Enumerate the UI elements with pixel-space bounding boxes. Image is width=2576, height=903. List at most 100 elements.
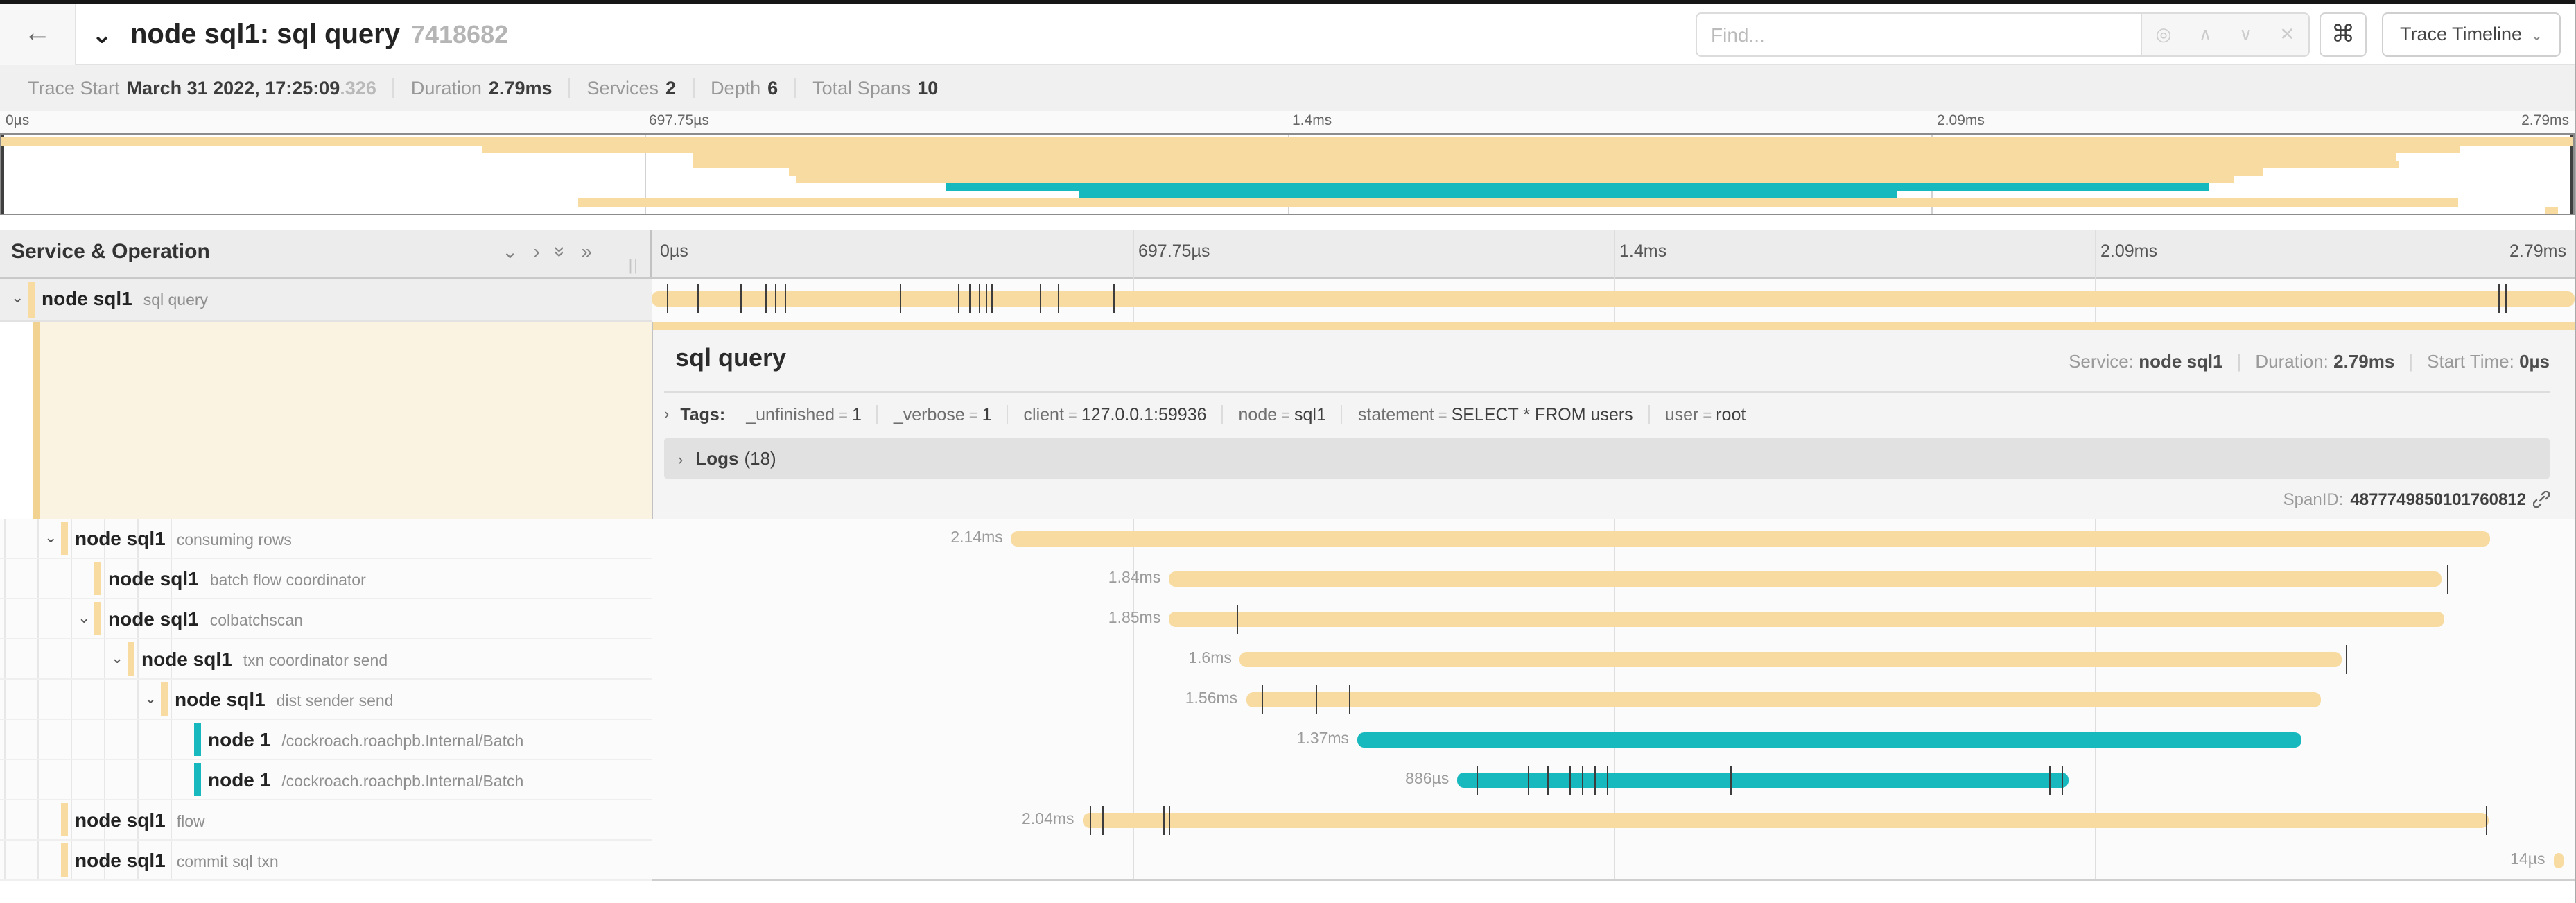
chevron-down-icon[interactable]: ⌄: [11, 289, 24, 307]
chevron-down-icon[interactable]: ⌄: [44, 528, 57, 547]
span-bar[interactable]: [1082, 813, 2488, 828]
minimap-span: [2545, 206, 2558, 214]
service-name: node 1/cockroach.roachpb.Internal/Batch: [208, 768, 523, 791]
prev-match-icon[interactable]: ∧: [2199, 24, 2212, 46]
trace-stat: Depth6: [693, 78, 794, 98]
log-tick: [1315, 685, 1316, 714]
span-bar[interactable]: [1357, 732, 2301, 748]
span-bar-cell[interactable]: 1.56ms: [652, 680, 2575, 720]
root-span-row-host: ⌄node sql1sql query: [0, 279, 2575, 322]
operation-name: batch flow coordinator: [210, 573, 366, 590]
span-bar-cell[interactable]: 1.85ms: [652, 599, 2575, 639]
span-bar-cell[interactable]: 1.37ms: [652, 720, 2575, 760]
shortcuts-button[interactable]: ⌘: [2320, 12, 2367, 57]
tags-row[interactable]: › Tags: _unfinished=1 _verbose=1 client=…: [664, 405, 1761, 424]
log-tick: [1583, 766, 1584, 795]
minimap-right-handle[interactable]: [2570, 135, 2573, 214]
service-color-accent: [194, 763, 201, 796]
match-target-icon[interactable]: ◎: [2156, 24, 2172, 46]
span-tree-item[interactable]: ⌄node sql1dist sender send: [0, 680, 652, 720]
column-resize-grip[interactable]: ||: [629, 258, 639, 275]
log-tick: [784, 284, 785, 313]
chevron-down-icon[interactable]: ⌄: [111, 649, 123, 667]
collapse-all-icon[interactable]: »: [549, 246, 573, 257]
back-button[interactable]: ←: [0, 4, 76, 65]
ruler-tick-label: 0µs: [660, 241, 688, 261]
trace-stat: Total Spans10: [794, 78, 955, 98]
span-id-row: SpanID:4877749850101760812: [2283, 490, 2550, 509]
span-tree-item[interactable]: ⌄node sql1colbatchscan: [0, 599, 652, 639]
trace-stat: Trace StartMarch 31 2022, 17:25:09.326: [11, 78, 393, 98]
span-rows-area: ⌄node sql1sql query sql query Service: n…: [0, 279, 2575, 881]
span-tree-item[interactable]: ⌄node sql1txn coordinator send: [0, 639, 652, 680]
collapse-one-icon[interactable]: ⌄: [502, 240, 518, 264]
minimap-left-handle[interactable]: [1, 135, 4, 214]
span-bar-cell[interactable]: [652, 279, 2575, 322]
span-accent-guide: [33, 322, 40, 519]
log-tick: [1529, 766, 1530, 795]
minimap-tick-label: 2.79ms: [2521, 112, 2569, 129]
service-color-accent: [128, 642, 134, 676]
log-tick: [698, 284, 699, 313]
span-bar[interactable]: [652, 291, 2575, 307]
span-bar-cell[interactable]: 14µs: [652, 841, 2575, 881]
trace-stat: Duration2.79ms: [393, 78, 569, 98]
detail-divider: [664, 391, 2550, 393]
logs-expander[interactable]: ›Logs(18): [664, 438, 2550, 479]
trace-minimap[interactable]: [0, 133, 2575, 215]
expand-all-icon[interactable]: »: [581, 240, 592, 264]
title-collapse-icon[interactable]: ⌄: [92, 10, 112, 60]
minimap-tick-label: 2.09ms: [1937, 112, 1985, 129]
span-bar-cell[interactable]: 886µs: [652, 760, 2575, 800]
tag-item: statement=SELECT * FROM users: [1341, 405, 1648, 424]
clear-find-icon[interactable]: ✕: [2279, 24, 2295, 46]
span-tree-item[interactable]: node sql1flow: [0, 800, 652, 841]
chevron-down-icon[interactable]: ⌄: [78, 609, 90, 627]
log-tick: [992, 284, 993, 313]
span-bar-cell[interactable]: 1.6ms: [652, 639, 2575, 680]
service-color-accent: [94, 602, 101, 635]
log-tick: [1236, 605, 1237, 634]
span-bar-cell[interactable]: 1.84ms: [652, 559, 2575, 599]
ruler-tick-label: 1.4ms: [1619, 241, 1666, 261]
chevron-right-icon: ›: [678, 452, 683, 469]
log-tick: [667, 284, 668, 313]
span-tree-item[interactable]: node 1/cockroach.roachpb.Internal/Batch: [0, 720, 652, 760]
tree-controls: ⌄ › » »: [502, 240, 592, 264]
find-input[interactable]: [1696, 12, 2141, 57]
span-bar[interactable]: [1169, 612, 2444, 627]
service-color-accent: [161, 682, 168, 716]
span-tree-item[interactable]: node sql1commit sql txn: [0, 841, 652, 881]
find-group: ◎ ∧ ∨ ✕: [1696, 12, 2310, 57]
span-duration-label: 1.37ms: [1297, 731, 1349, 748]
operation-name: sql query: [143, 293, 208, 309]
log-tick: [1608, 766, 1609, 795]
minimap-tick-label: 0µs: [6, 112, 29, 129]
span-bar-cell[interactable]: 2.04ms: [652, 800, 2575, 841]
operation-name: txn coordinator send: [243, 653, 388, 670]
span-bar-cell[interactable]: 2.14ms: [652, 519, 2575, 559]
log-tick: [2346, 645, 2347, 674]
service-name: node sql1consuming rows: [75, 527, 292, 549]
span-bar[interactable]: [1240, 652, 2342, 667]
service-color-accent: [61, 522, 68, 555]
next-match-icon[interactable]: ∨: [2239, 24, 2252, 46]
span-row: ⌄node sql1txn coordinator send1.6ms: [0, 639, 2575, 680]
log-tick: [1090, 806, 1091, 835]
span-tree-item[interactable]: ⌄ node sql1consuming rows: [0, 519, 652, 559]
span-bar[interactable]: [1011, 531, 2490, 547]
span-bar[interactable]: [1246, 692, 2321, 707]
view-selector-button[interactable]: Trace Timeline⌄: [2382, 12, 2561, 57]
service-name: node 1/cockroach.roachpb.Internal/Batch: [208, 728, 523, 750]
log-tick: [1261, 685, 1262, 714]
log-tick: [1594, 766, 1595, 795]
expand-one-icon[interactable]: ›: [533, 240, 539, 264]
copy-link-icon[interactable]: [2533, 491, 2550, 508]
span-tree-item[interactable]: node sql1batch flow coordinator: [0, 559, 652, 599]
log-tick: [2448, 565, 2449, 594]
span-bar[interactable]: [2553, 853, 2563, 868]
span-tree-item[interactable]: node 1/cockroach.roachpb.Internal/Batch: [0, 760, 652, 800]
span-tree-item[interactable]: ⌄node sql1sql query: [0, 279, 652, 322]
chevron-down-icon[interactable]: ⌄: [144, 689, 157, 707]
span-bar[interactable]: [1169, 571, 2442, 587]
